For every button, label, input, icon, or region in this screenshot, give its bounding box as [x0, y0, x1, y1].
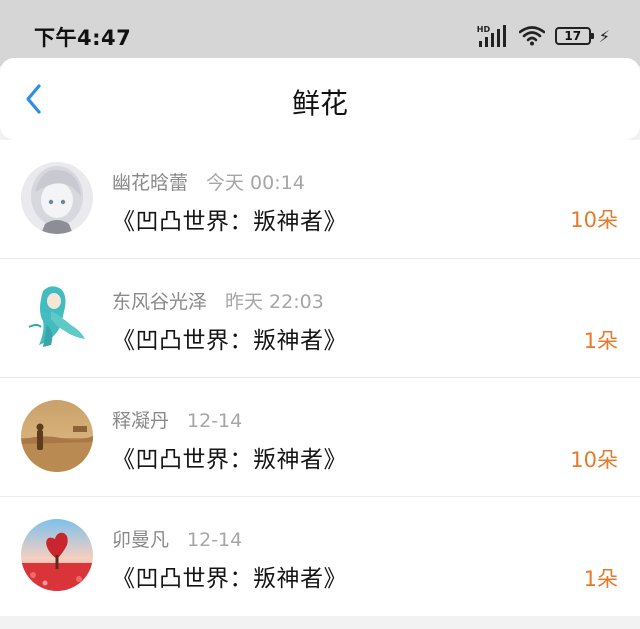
- wifi-icon: [518, 26, 546, 46]
- flower-count: 10朵: [570, 448, 618, 472]
- battery-icon: 17: [554, 27, 594, 45]
- avatar[interactable]: [21, 281, 93, 353]
- battery-level: 17: [564, 29, 582, 43]
- user-name[interactable]: 释凝丹: [112, 410, 169, 432]
- gift-time: 昨天 22:03: [225, 291, 324, 313]
- book-title[interactable]: 《凹凸世界：叛神者》: [112, 202, 347, 236]
- avatar[interactable]: [21, 400, 93, 472]
- status-time: 下午4:47: [34, 26, 132, 50]
- header: 鲜花: [0, 58, 640, 140]
- screen: 下午4:47 HD 17 ⚡ 鲜花 幽花晗蕾 今天 00:14 《凹凸世界：叛神…: [0, 0, 640, 629]
- list-item[interactable]: 幽花晗蕾 今天 00:14 《凹凸世界：叛神者》 10朵: [0, 140, 640, 259]
- user-name[interactable]: 东风谷光泽: [112, 291, 207, 313]
- gift-meta: 释凝丹 12-14: [112, 406, 242, 433]
- page-title: 鲜花: [291, 87, 348, 120]
- book-title[interactable]: 《凹凸世界：叛神者》: [112, 440, 347, 474]
- list-item[interactable]: 东风谷光泽 昨天 22:03 《凹凸世界：叛神者》 1朵: [0, 259, 640, 378]
- flower-list: 幽花晗蕾 今天 00:14 《凹凸世界：叛神者》 10朵 东风谷光泽 昨天 22:0…: [0, 140, 640, 616]
- gift-time: 今天 00:14: [206, 172, 305, 194]
- gift-time: 12-14: [187, 410, 243, 432]
- gift-time: 12-14: [187, 529, 243, 551]
- charging-icon: ⚡: [598, 26, 610, 46]
- gift-meta: 东风谷光泽 昨天 22:03: [112, 287, 324, 314]
- gift-meta: 卯曼凡 12-14: [112, 525, 242, 552]
- status-bar: 下午4:47 HD 17 ⚡: [0, 0, 640, 66]
- book-title[interactable]: 《凹凸世界：叛神者》: [112, 559, 347, 593]
- user-name[interactable]: 卯曼凡: [112, 529, 169, 551]
- status-icons: HD 17 ⚡: [477, 24, 610, 48]
- flower-count: 1朵: [583, 567, 618, 591]
- gift-meta: 幽花晗蕾 今天 00:14: [112, 168, 305, 195]
- flower-count: 1朵: [583, 329, 618, 353]
- flower-count: 10朵: [570, 208, 618, 232]
- list-item[interactable]: 释凝丹 12-14 《凹凸世界：叛神者》 10朵: [0, 378, 640, 497]
- avatar[interactable]: [21, 162, 93, 234]
- network-type: HD: [476, 25, 491, 34]
- list-item[interactable]: 卯曼凡 12-14 《凹凸世界：叛神者》 1朵: [0, 497, 640, 616]
- book-title[interactable]: 《凹凸世界：叛神者》: [112, 321, 347, 355]
- avatar[interactable]: [21, 519, 93, 591]
- user-name[interactable]: 幽花晗蕾: [112, 172, 188, 194]
- signal-icon: HD: [477, 25, 509, 47]
